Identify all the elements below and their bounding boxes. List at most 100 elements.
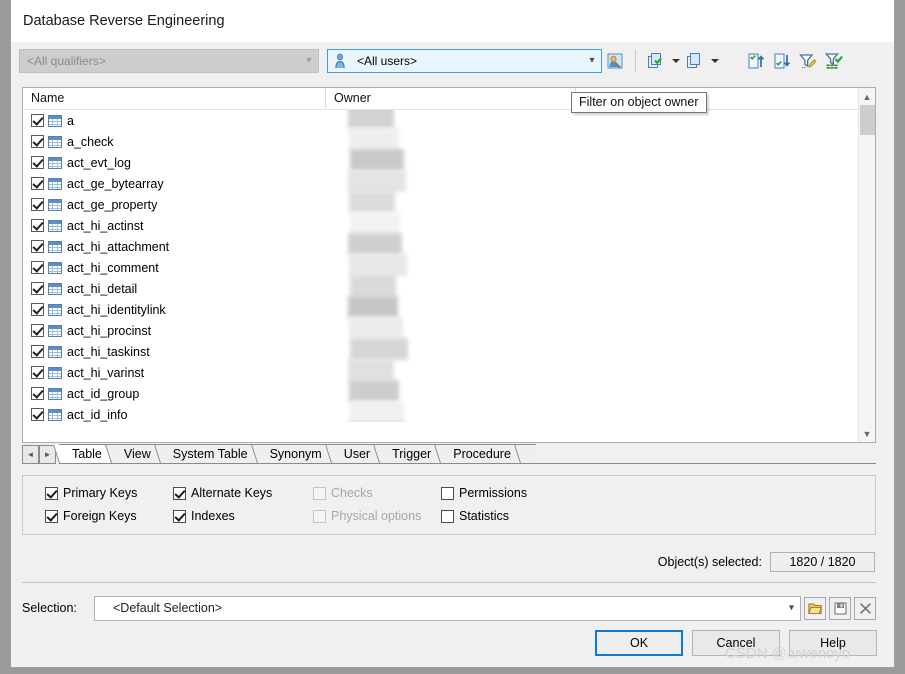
table-row[interactable]: act_hi_varinst [23, 362, 875, 383]
cancel-button[interactable]: Cancel [692, 630, 780, 656]
table-row[interactable]: act_hi_detail [23, 278, 875, 299]
tab-label: User [343, 447, 371, 461]
row-checkbox[interactable] [31, 261, 44, 274]
help-button[interactable]: Help [789, 630, 877, 656]
open-selection-button[interactable] [804, 596, 826, 620]
option-permissions[interactable]: Permissions [441, 486, 527, 500]
table-row[interactable]: act_evt_log [23, 152, 875, 173]
table-row[interactable]: act_hi_comment [23, 257, 875, 278]
row-checkbox[interactable] [31, 240, 44, 253]
option-checkbox[interactable] [173, 486, 186, 500]
table-row[interactable]: act_hi_actinst [23, 215, 875, 236]
table-row[interactable]: act_ge_property [23, 194, 875, 215]
object-list[interactable]: Name Owner a a_check act_evt_log act_ge_byt… [22, 87, 876, 443]
option-checkbox[interactable] [45, 509, 58, 523]
row-checkbox[interactable] [31, 408, 44, 421]
row-name: act_ge_property [67, 197, 158, 212]
user-select[interactable]: <All users> ▾ [327, 49, 602, 73]
row-checkbox[interactable] [31, 303, 44, 316]
filter-on-object-owner-button[interactable] [602, 48, 628, 74]
button-label: Cancel [716, 636, 756, 650]
option-label: Foreign Keys [63, 509, 137, 523]
option-checkbox[interactable] [441, 486, 454, 500]
deselect-all-button[interactable] [682, 48, 708, 74]
tab-trigger[interactable]: Trigger [379, 444, 441, 463]
list-vertical-scrollbar[interactable]: ▲ ▼ [858, 88, 875, 442]
scroll-down-arrow-icon[interactable]: ▼ [859, 425, 875, 442]
select-all-button[interactable] [643, 48, 669, 74]
tab-view[interactable]: View [110, 444, 160, 463]
table-icon [48, 324, 62, 337]
row-checkbox[interactable] [31, 177, 44, 190]
table-row[interactable]: act_hi_taskinst [23, 341, 875, 362]
row-checkbox[interactable] [31, 366, 44, 379]
list-rows[interactable]: a a_check act_evt_log act_ge_bytearray act_g… [23, 110, 875, 422]
row-checkbox[interactable] [31, 282, 44, 295]
dialog-buttons: OK Cancel Help [586, 630, 877, 656]
tab-label: Trigger [392, 447, 432, 461]
table-row[interactable]: act_hi_attachment [23, 236, 875, 257]
option-statistics[interactable]: Statistics [441, 509, 509, 523]
sort-descending-button[interactable] [769, 48, 795, 74]
option-checkbox[interactable] [45, 486, 58, 500]
row-name: act_hi_detail [67, 281, 138, 296]
scroll-up-arrow-icon[interactable]: ▲ [859, 88, 875, 105]
reverse-options-group: Primary Keys Foreign Keys Alternate Keys In… [22, 475, 876, 535]
option-checkbox[interactable] [441, 509, 454, 523]
option-indexes[interactable]: Indexes [173, 509, 235, 523]
row-checkbox[interactable] [31, 387, 44, 400]
table-icon [48, 198, 62, 211]
row-checkbox[interactable] [31, 135, 44, 148]
column-header-name[interactable]: Name [23, 88, 326, 109]
option-primary-keys[interactable]: Primary Keys [45, 486, 137, 500]
tab-synonym[interactable]: Synonym [256, 444, 331, 463]
table-row[interactable]: act_id_group [23, 383, 875, 404]
qualifier-select[interactable]: <All qualifiers> ▾ [19, 49, 319, 73]
tab-label: Table [72, 447, 102, 461]
scrollbar-thumb[interactable] [860, 105, 875, 135]
table-row[interactable]: act_ge_bytearray [23, 173, 875, 194]
selection-select[interactable]: <Default Selection> ▾ [94, 595, 801, 621]
sort-ascending-button[interactable] [743, 48, 769, 74]
option-alternate-keys[interactable]: Alternate Keys [173, 486, 272, 500]
option-checkbox[interactable] [173, 509, 186, 523]
select-all-dropdown[interactable] [669, 48, 682, 74]
row-checkbox[interactable] [31, 324, 44, 337]
deselect-all-dropdown[interactable] [708, 48, 721, 74]
save-selection-button[interactable] [829, 596, 851, 620]
tab-procedure[interactable]: Procedure [440, 444, 520, 463]
row-checkbox[interactable] [31, 198, 44, 211]
delete-selection-button[interactable] [854, 596, 876, 620]
apply-filter-button[interactable] [821, 48, 847, 74]
row-checkbox[interactable] [31, 219, 44, 232]
table-row[interactable]: act_id_info [23, 404, 875, 422]
row-name: act_id_info [67, 407, 128, 422]
selection-select-value: <Default Selection> [113, 601, 223, 615]
tab-table[interactable]: Table [59, 444, 111, 463]
selection-label: Selection: [22, 601, 77, 615]
objects-selected-status: Object(s) selected: 1820 / 1820 [658, 552, 875, 572]
table-icon [48, 303, 62, 316]
table-row[interactable]: a_check [23, 131, 875, 152]
table-row[interactable]: act_hi_procinst [23, 320, 875, 341]
table-icon [48, 156, 62, 169]
tab-scroll-left-button[interactable]: ◄ [22, 445, 39, 464]
edit-filter-button[interactable] [795, 48, 821, 74]
table-row[interactable]: a [23, 110, 875, 131]
table-row[interactable]: act_hi_identitylink [23, 299, 875, 320]
ok-button[interactable]: OK [595, 630, 683, 656]
tab-label: View [123, 447, 151, 461]
row-checkbox[interactable] [31, 345, 44, 358]
option-foreign-keys[interactable]: Foreign Keys [45, 509, 137, 523]
row-name: a_check [67, 134, 114, 149]
column-header-owner[interactable]: Owner [326, 88, 576, 109]
tab-user[interactable]: User [330, 444, 380, 463]
divider [22, 582, 876, 583]
row-checkbox[interactable] [31, 156, 44, 169]
table-icon [48, 219, 62, 232]
row-checkbox[interactable] [31, 114, 44, 127]
tab-system-table[interactable]: System Table [159, 444, 257, 463]
table-icon [48, 345, 62, 358]
tab-label: Procedure [453, 447, 511, 461]
option-label: Indexes [191, 509, 235, 523]
